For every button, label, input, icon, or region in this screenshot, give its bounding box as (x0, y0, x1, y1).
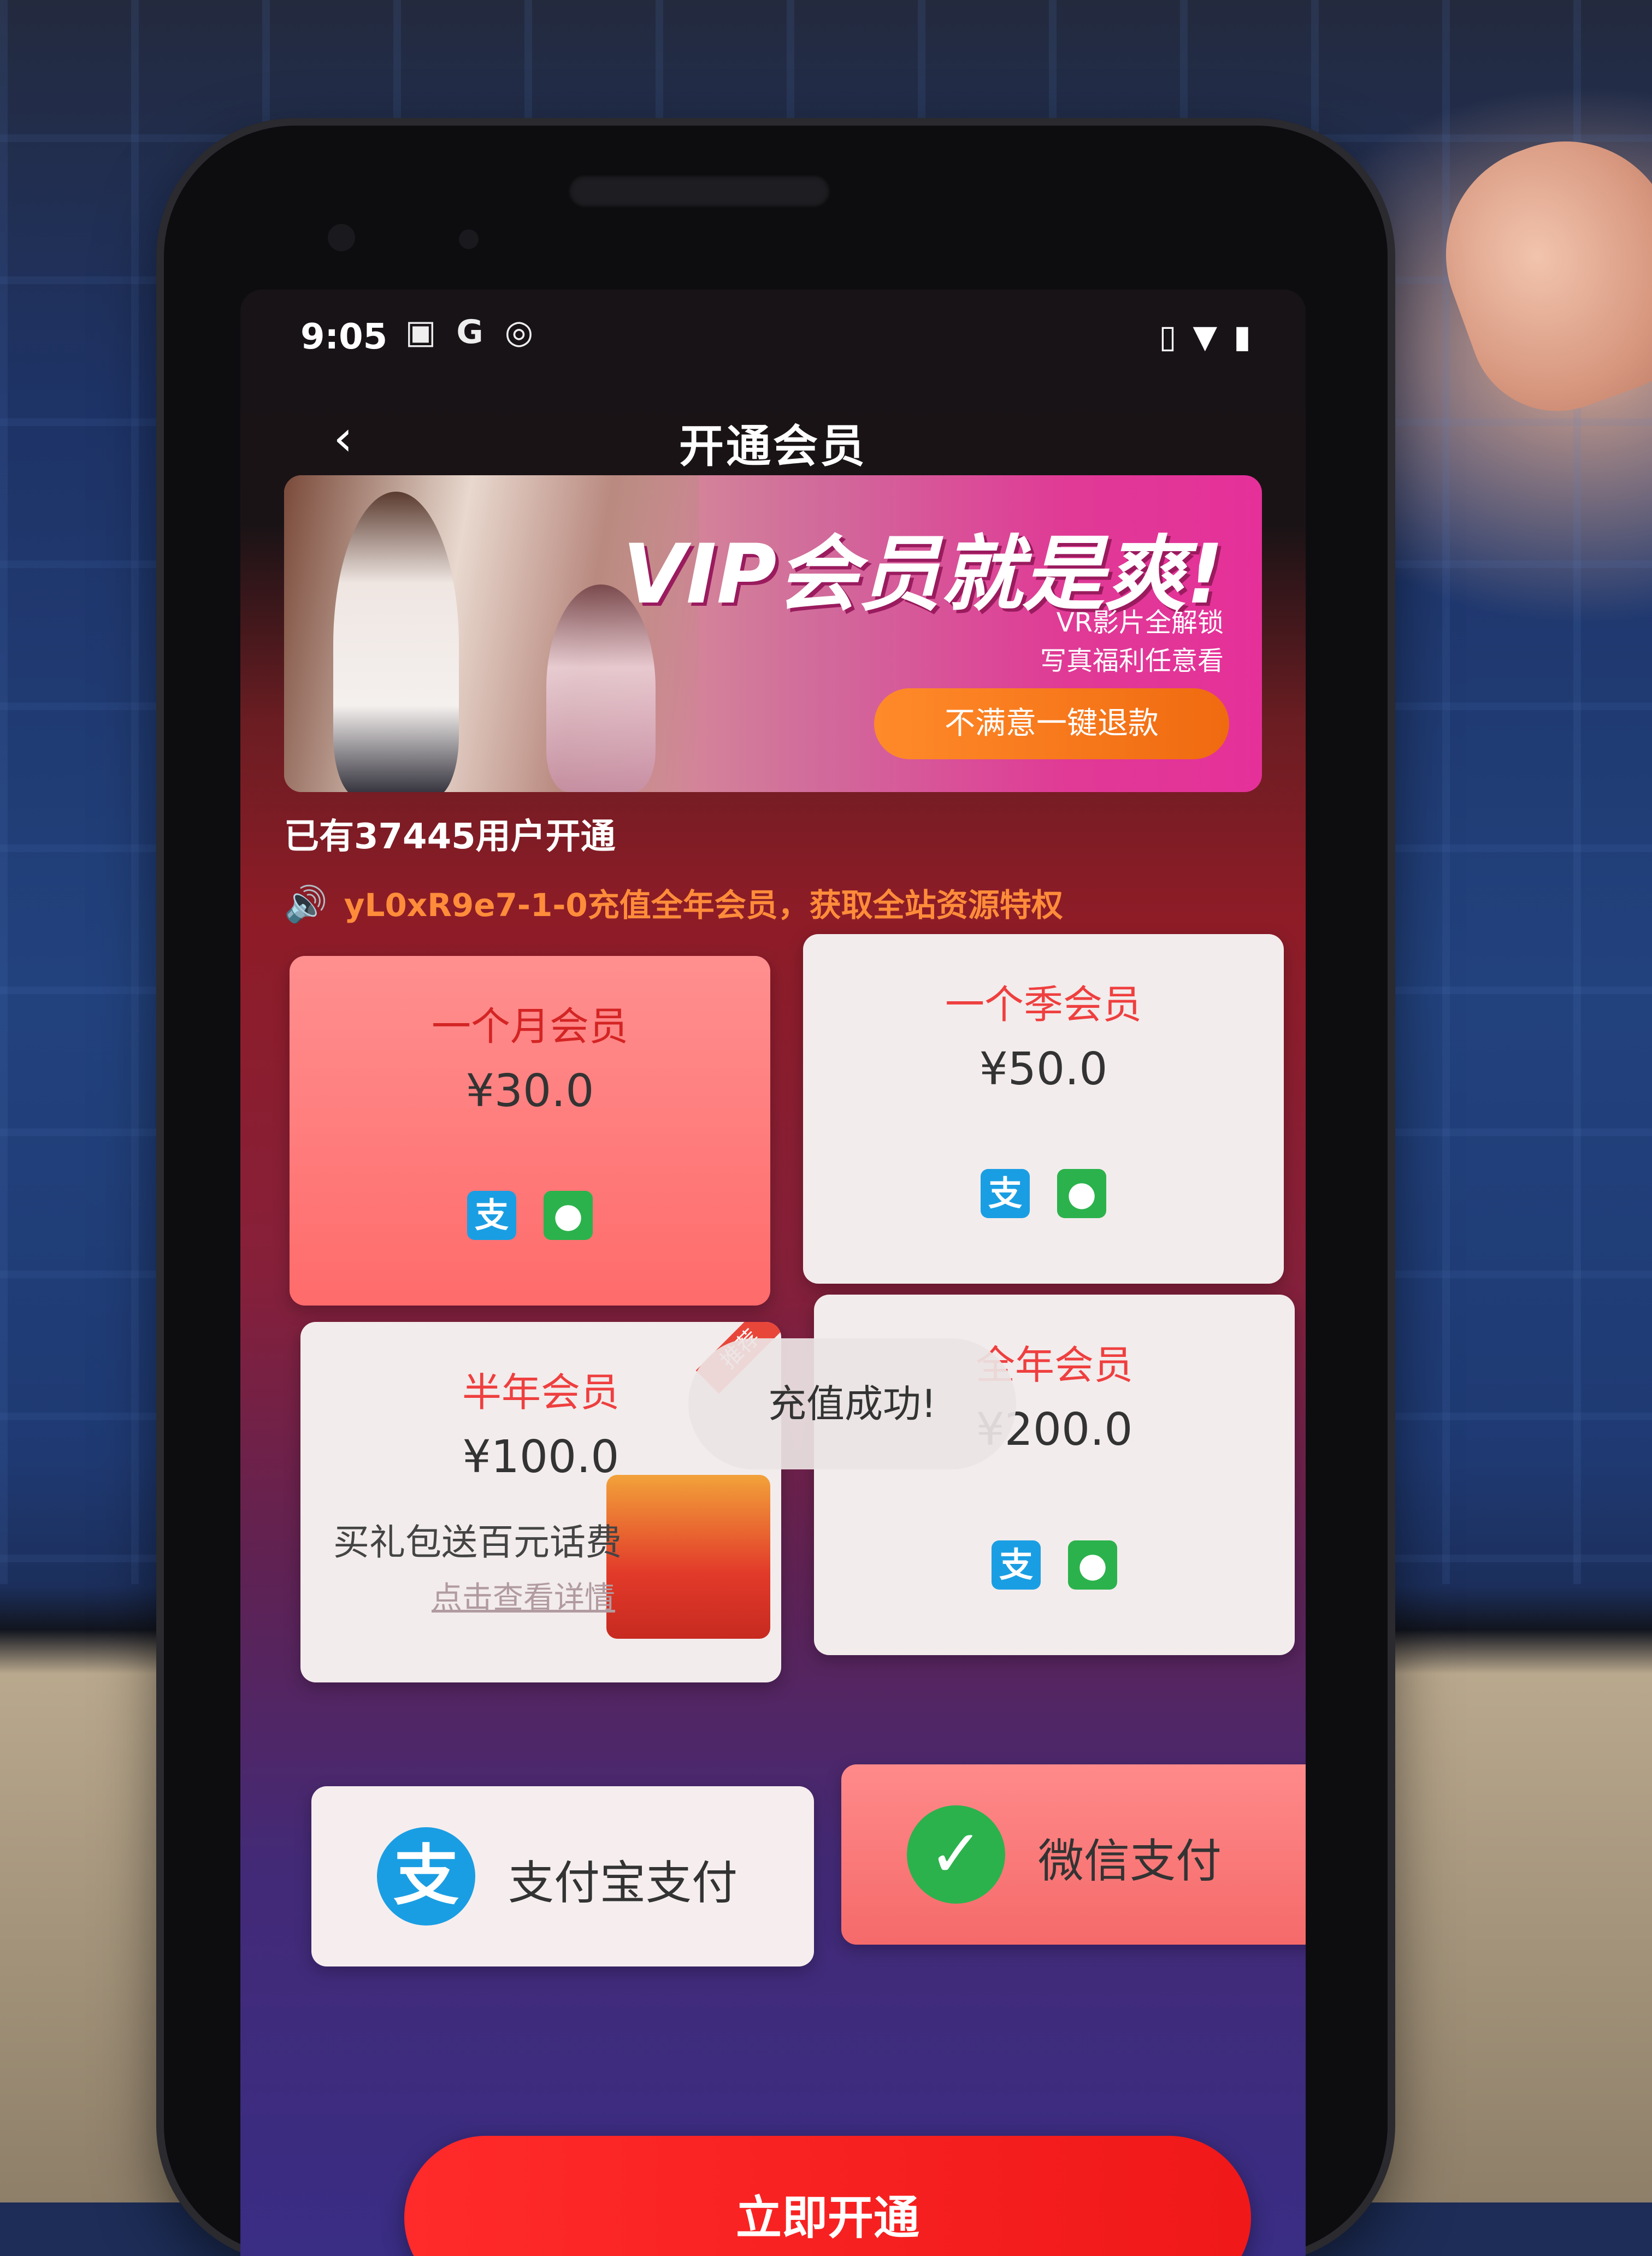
users-count-text: 已有37445用户开通 (284, 817, 616, 857)
banner-subtitle-2: 写真福利任意看 (1040, 646, 1224, 676)
wifi-icon: ▼ (1193, 318, 1218, 355)
page-title: 开通会员 (678, 421, 867, 473)
vibrate-icon: ▯ (1159, 318, 1177, 355)
plan-card-quarterly[interactable]: 一个季会员 ¥50.0 支 ● (803, 934, 1284, 1284)
success-toast: 充值成功! (688, 1338, 1016, 1469)
alipay-icon: 支 (992, 1540, 1041, 1590)
alipay-pay-button[interactable]: 支 支付宝支付 (311, 1786, 814, 1966)
google-icon: G (456, 313, 483, 351)
front-sensor (328, 224, 355, 251)
plan-name: 一个季会员 (945, 982, 1142, 1027)
status-right-icons: ▯ ▼ ▮ (1159, 318, 1251, 355)
alipay-icon: 支 (981, 1169, 1030, 1218)
gift-box-image (606, 1475, 770, 1639)
banner-figure (333, 492, 459, 792)
wechat-icon: ● (544, 1191, 593, 1240)
status-bar: 9:05 ▣ G ◎ ▯ ▼ ▮ (240, 290, 1306, 377)
alipay-icon: 支 (467, 1191, 516, 1240)
alipay-label: 支付宝支付 (508, 1856, 738, 1910)
battery-icon: ▮ (1234, 318, 1251, 355)
speaker-icon: 🔊 (284, 884, 328, 925)
plan-price: ¥30.0 (465, 1065, 594, 1117)
plan-details-link[interactable]: 点击查看详情 (432, 1573, 615, 1617)
plan-name: 一个月会员 (431, 1003, 628, 1049)
plan-pay-icons: 支 ● (803, 1169, 1284, 1218)
wechat-icon: ● (1057, 1169, 1106, 1218)
plan-promo-text: 买礼包送百元话费 (333, 1521, 622, 1563)
vip-banner[interactable]: VIP会员就是爽! VR影片全解锁 写真福利任意看 不满意一键退款 (284, 475, 1262, 792)
nav-bar: ‹ 开通会员 (240, 388, 1306, 486)
earpiece-speaker (568, 175, 830, 208)
wechat-pay-button[interactable]: ✓ 微信支付 (841, 1764, 1306, 1945)
phone-device: 9:05 ▣ G ◎ ▯ ▼ ▮ ‹ 开通会员 VIP会员就是爽! VR影片全解… (164, 126, 1388, 2256)
notice-marquee: 🔊 yL0xR9e7-1-0充值全年会员，获取全站资源特权 (284, 879, 1063, 925)
plan-price: ¥50.0 (979, 1043, 1108, 1095)
wechat-logo-icon: ✓ (907, 1805, 1005, 1904)
status-time: 9:05 (300, 317, 388, 357)
refund-button[interactable]: 不满意一键退款 (874, 688, 1229, 759)
notice-text: yL0xR9e7-1-0充值全年会员，获取全站资源特权 (344, 887, 1063, 924)
wechat-label: 微信支付 (1038, 1834, 1222, 1888)
vpn-icon: ◎ (504, 313, 534, 351)
app-screen: 9:05 ▣ G ◎ ▯ ▼ ▮ ‹ 开通会员 VIP会员就是爽! VR影片全解… (240, 290, 1306, 2256)
alipay-logo-icon: 支 (377, 1827, 475, 1926)
plan-card-monthly[interactable]: 一个月会员 ¥30.0 支 ● (290, 956, 770, 1306)
plan-pay-icons: 支 ● (814, 1540, 1295, 1590)
image-notification-icon: ▣ (405, 313, 436, 351)
open-membership-button[interactable]: 立即开通 (404, 2136, 1251, 2256)
banner-subtitle-1: VR影片全解锁 (1056, 607, 1224, 638)
wechat-icon: ● (1068, 1540, 1117, 1590)
plan-pay-icons: 支 ● (290, 1191, 770, 1240)
front-camera (459, 229, 479, 249)
